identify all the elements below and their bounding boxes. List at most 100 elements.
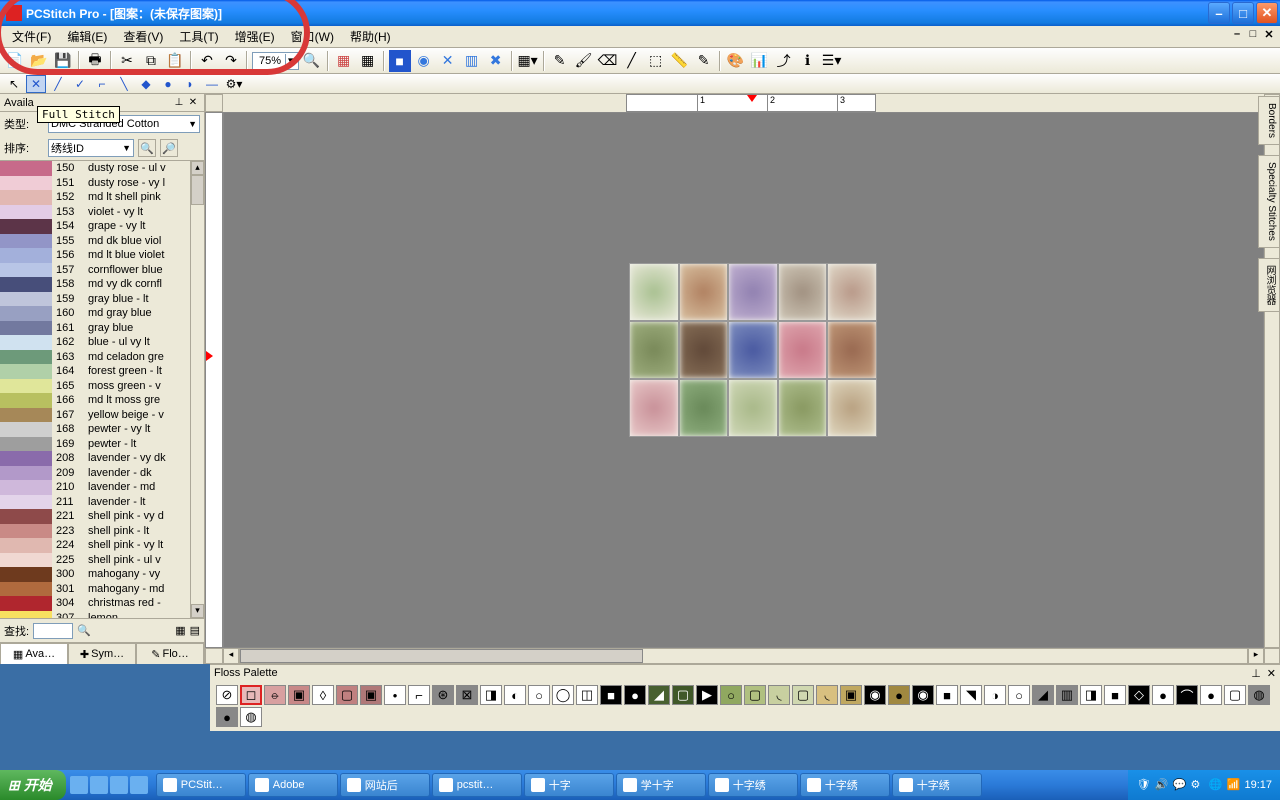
floss-symbol[interactable]: ● (1152, 685, 1174, 705)
floss-symbol[interactable]: ◉ (912, 685, 934, 705)
thread-row[interactable]: 208lavender - vy dk (52, 451, 204, 466)
pointer-icon[interactable]: ↖ (4, 75, 24, 93)
taskbar-task[interactable]: 十字绣 (800, 773, 890, 797)
ruler-vertical[interactable] (205, 112, 223, 648)
thread-scrollbar[interactable]: ▴▾ (190, 161, 204, 618)
tool1-icon[interactable]: ◉ (413, 50, 435, 72)
thread-row[interactable]: 165moss green - v (52, 379, 204, 394)
color-swatch[interactable] (0, 480, 52, 495)
menu-enhance[interactable]: 增强(E) (227, 26, 283, 47)
thread-row[interactable]: 162blue - ul vy lt (52, 335, 204, 350)
floss-symbol[interactable]: ◥ (960, 685, 982, 705)
floss-symbol[interactable]: ◯ (552, 685, 574, 705)
canvas-viewport[interactable] (223, 112, 1264, 648)
floss-symbol[interactable]: ● (1200, 685, 1222, 705)
ql-icon[interactable] (130, 776, 148, 794)
menu-edit[interactable]: 编辑(E) (59, 26, 115, 47)
floss-symbol[interactable]: ▣ (840, 685, 862, 705)
color-swatch[interactable] (0, 190, 52, 205)
color-swatch[interactable] (0, 596, 52, 611)
color-swatch[interactable] (0, 422, 52, 437)
tray-icon[interactable]: 💬 (1172, 778, 1186, 792)
thread-row[interactable]: 169pewter - lt (52, 437, 204, 452)
floss-symbol[interactable]: ○ (1008, 685, 1030, 705)
stitch5-icon[interactable]: ◆ (136, 75, 156, 93)
floss-symbol[interactable]: ◊ (312, 685, 334, 705)
fill-icon[interactable]: ■ (389, 50, 411, 72)
grid-view-icon[interactable]: ▤ (190, 624, 200, 637)
thread-row[interactable]: 153violet - vy lt (52, 205, 204, 220)
taskbar-task[interactable]: 十字 (524, 773, 614, 797)
thread-row[interactable]: 156md lt blue violet (52, 248, 204, 263)
zoom-in-icon[interactable]: 🔍 (301, 50, 323, 72)
color-swatch[interactable] (0, 466, 52, 481)
brush-icon[interactable]: 🖌 (573, 50, 595, 72)
thread-row[interactable]: 221shell pink - vy d (52, 509, 204, 524)
floss-symbol[interactable]: ◢ (1032, 685, 1054, 705)
floss-symbol[interactable]: ◑ (984, 685, 1006, 705)
thread-row[interactable]: 164forest green - lt (52, 364, 204, 379)
menu-tools[interactable]: 工具(T) (171, 26, 226, 47)
thread-row[interactable]: 209lavender - dk (52, 466, 204, 481)
color-swatch[interactable] (0, 611, 52, 619)
color-swatch[interactable] (0, 248, 52, 263)
erase-icon[interactable]: ⌫ (597, 50, 619, 72)
taskbar-task[interactable]: Adobe (248, 773, 338, 797)
layers-icon[interactable]: ☰▾ (821, 50, 843, 72)
floss-symbol[interactable]: ▣ (288, 685, 310, 705)
close-button[interactable]: ✕ (1256, 2, 1278, 24)
floss-symbol[interactable]: ▢ (744, 685, 766, 705)
tray-icon[interactable]: 🛡 (1136, 778, 1150, 792)
quarter-stitch-icon[interactable]: ✓ (70, 75, 90, 93)
mdi-close[interactable]: ✕ (1262, 28, 1276, 41)
select-icon[interactable]: ⬚ (645, 50, 667, 72)
ruler-icon[interactable]: 📏 (669, 50, 691, 72)
stitch9-icon[interactable]: ⚙▾ (224, 75, 244, 93)
tool2-icon[interactable]: ✕ (437, 50, 459, 72)
thread-row[interactable]: 223shell pink - lt (52, 524, 204, 539)
floss-symbol[interactable]: ▢ (792, 685, 814, 705)
thread-row[interactable]: 225shell pink - ul v (52, 553, 204, 568)
tray-icon[interactable]: 🌐 (1208, 778, 1222, 792)
floss-symbol[interactable]: ◨ (480, 685, 502, 705)
floss-symbol[interactable]: ● (624, 685, 646, 705)
save-icon[interactable]: 💾 (52, 50, 74, 72)
floss-symbol[interactable]: ◉ (864, 685, 886, 705)
floss-symbol[interactable]: ◇ (1128, 685, 1150, 705)
menu-file[interactable]: 文件(F) (4, 26, 59, 47)
floss-symbol[interactable]: ⊠ (456, 685, 478, 705)
floss-symbol[interactable]: ▥ (1056, 685, 1078, 705)
color-swatch[interactable] (0, 538, 52, 553)
taskbar-task[interactable]: 学十字 (616, 773, 706, 797)
floss-symbol[interactable]: ■ (1104, 685, 1126, 705)
floss-symbol[interactable]: ◟ (768, 685, 790, 705)
floss-symbol[interactable]: ○ (720, 685, 742, 705)
grid2-icon[interactable]: ▦ (357, 50, 379, 72)
thread-row[interactable]: 161gray blue (52, 321, 204, 336)
thread-row[interactable]: 304christmas red - (52, 596, 204, 611)
sort-combo[interactable]: 绣线ID▼ (48, 139, 134, 157)
taskbar-task[interactable]: PCStit… (156, 773, 246, 797)
floss-symbol[interactable]: ⊛ (432, 685, 454, 705)
mdi-restore[interactable]: □ (1246, 28, 1260, 41)
print-icon[interactable]: 🖶 (84, 50, 106, 72)
color-swatch[interactable] (0, 161, 52, 176)
floss-symbol[interactable]: ⌐ (408, 685, 430, 705)
floss-symbol[interactable]: ⊘ (216, 685, 238, 705)
floss-symbol[interactable]: ◫ (576, 685, 598, 705)
mdi-minimize[interactable]: – (1230, 28, 1244, 41)
thread-row[interactable]: 157cornflower blue (52, 263, 204, 278)
new-icon[interactable]: 📄 (4, 50, 26, 72)
floss-symbol[interactable]: ◍ (240, 707, 262, 727)
tab-available[interactable]: ▦ Ava… (0, 643, 68, 664)
menu-window[interactable]: 窗口(W) (283, 26, 342, 47)
maximize-button[interactable]: □ (1232, 2, 1254, 24)
floss-symbol[interactable]: ◻ (240, 685, 262, 705)
color-swatch[interactable] (0, 495, 52, 510)
ql-icon[interactable] (70, 776, 88, 794)
color-swatch[interactable] (0, 335, 52, 350)
find-input[interactable] (33, 623, 73, 639)
wand-icon[interactable]: ✎ (549, 50, 571, 72)
taskbar-task[interactable]: 网站后 (340, 773, 430, 797)
stitch8-icon[interactable]: — (202, 75, 222, 93)
